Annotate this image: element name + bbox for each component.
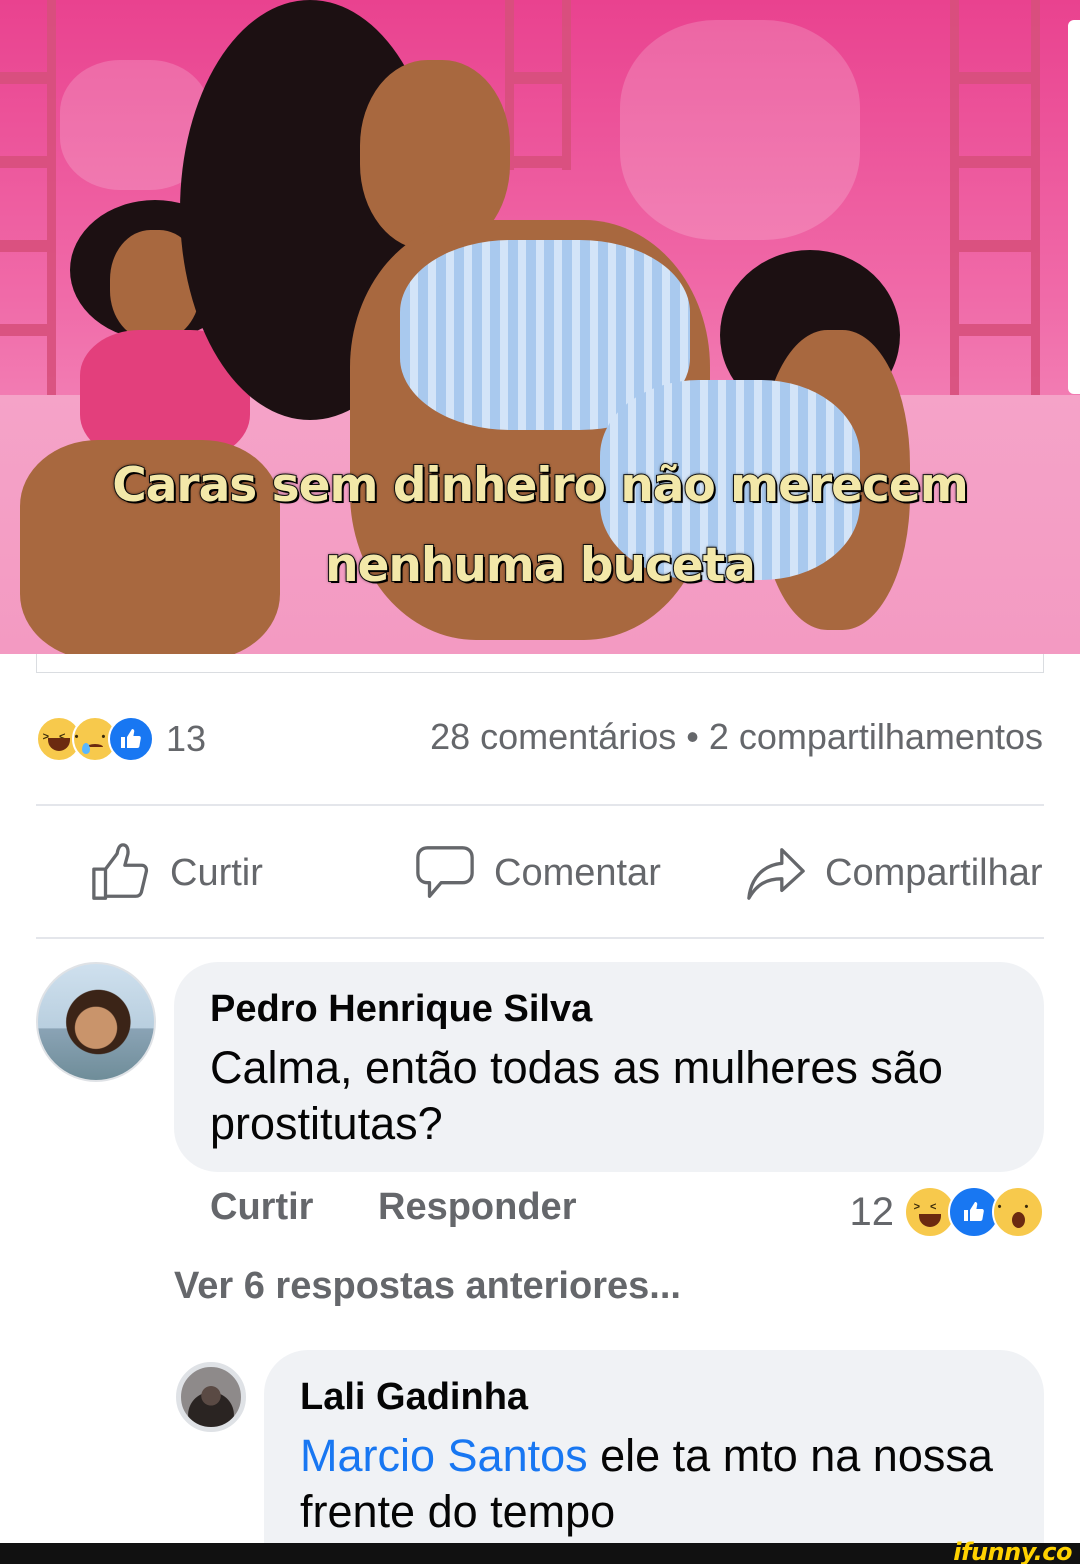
meme-ladder-left: [0, 0, 56, 420]
like-button[interactable]: Curtir: [90, 838, 263, 908]
thumbs-up-icon: [92, 843, 149, 900]
comment-reaction-count: 12: [849, 1189, 895, 1234]
ifunny-watermark: ifunny.co: [953, 1538, 1072, 1564]
comment-reply-button[interactable]: Responder: [378, 1186, 576, 1229]
watermark-bar: [0, 1543, 1080, 1564]
comment-bubble: Pedro Henrique Silva Calma, então todas …: [174, 962, 1044, 1172]
wow-icon: • •: [992, 1186, 1044, 1238]
share-button[interactable]: Compartilhar: [745, 838, 1046, 908]
meme-caption-line-1: Caras sem dinheiro não merecem: [111, 457, 970, 514]
post-reactions[interactable]: >< • • 13: [36, 714, 206, 764]
share-label: Compartilhar: [825, 851, 1043, 894]
meme-wall-art: [620, 20, 860, 240]
meme-image[interactable]: Caras sem dinheiro não merecem nenhuma b…: [0, 0, 1080, 654]
meme-ladder-center: [505, 0, 571, 170]
reply-avatar[interactable]: [176, 1362, 246, 1432]
divider: [36, 804, 1044, 806]
avatar[interactable]: [36, 962, 156, 1082]
reply-bubble: Lali Gadinha Marcio Santos ele ta mto na…: [264, 1350, 1044, 1564]
reaction-count[interactable]: 13: [166, 718, 206, 760]
comment-reactions[interactable]: 12 >< • •: [849, 1186, 1044, 1238]
comment-label: Comentar: [494, 851, 661, 894]
comment-author[interactable]: Pedro Henrique Silva: [210, 984, 1008, 1034]
comment-text: Calma, então todas as mulheres são prost…: [210, 1042, 943, 1149]
reply-author[interactable]: Lali Gadinha: [300, 1372, 1008, 1422]
like-icon: [108, 716, 154, 762]
mention-link[interactable]: Marcio Santos: [300, 1430, 588, 1481]
comment-button[interactable]: Comentar: [414, 838, 661, 908]
comment-like-button[interactable]: Curtir: [210, 1186, 313, 1229]
divider: [36, 937, 1044, 939]
view-previous-replies-link[interactable]: Ver 6 respostas anteriores...: [174, 1265, 681, 1308]
image-edge-handle: [1068, 20, 1080, 394]
meme-ladder-right: [950, 0, 1040, 420]
image-frame: [36, 654, 1044, 673]
meme-caption-line-2: nenhuma buceta: [324, 537, 757, 594]
like-label: Curtir: [170, 851, 263, 894]
post-stats[interactable]: 28 comentários • 2 compartilhamentos: [430, 716, 1043, 758]
reply-text: Marcio Santos ele ta mto na nossa frente…: [300, 1428, 1008, 1540]
speech-bubble-icon: [416, 846, 474, 898]
share-arrow-icon: [747, 848, 805, 900]
